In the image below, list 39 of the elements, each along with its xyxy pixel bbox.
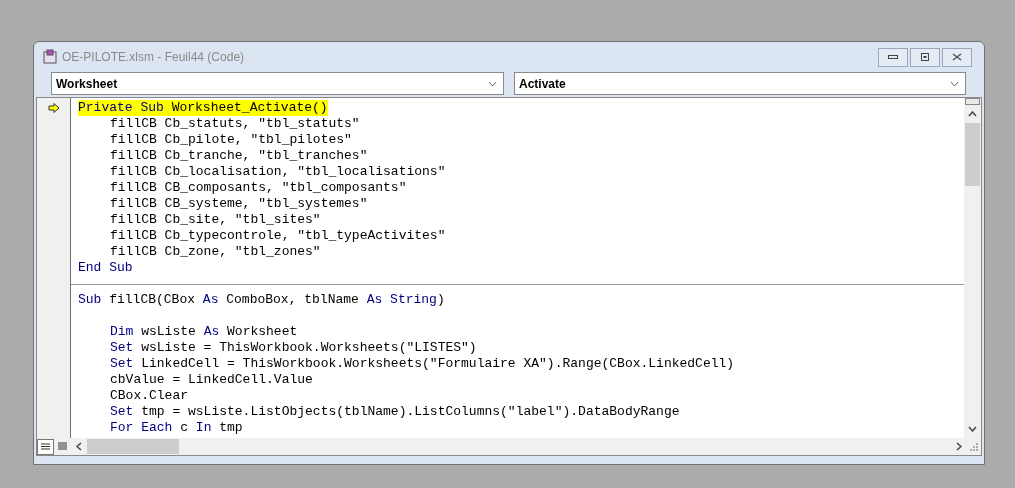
chevron-left-icon — [76, 442, 82, 451]
split-handle[interactable] — [965, 98, 980, 105]
horizontal-scroll-thumb[interactable] — [87, 439, 179, 454]
minimize-icon — [888, 55, 898, 59]
code-line: Dim wsListe As Worksheet — [109, 323, 298, 340]
code-line: cbValue = LinkedCell.Value — [109, 372, 313, 388]
code-line: End Sub — [77, 260, 133, 276]
code-line: fillCB Cb_localisation, "tbl_localisations" — [109, 164, 446, 180]
code-line: fillCB Cb_site, "tbl_sites" — [109, 212, 321, 228]
code-line: fillCB CB_composants, "tbl_composants" — [109, 180, 407, 196]
restore-button[interactable] — [910, 47, 940, 67]
close-icon — [952, 53, 962, 61]
size-grip-icon — [970, 442, 978, 451]
code-line: fillCB CB_systeme, "tbl_systemes" — [109, 196, 368, 212]
chevron-down-icon — [968, 426, 977, 432]
code-line: CBox.Clear — [109, 388, 188, 404]
chevron-down-icon — [488, 80, 497, 87]
chevron-right-icon — [956, 442, 962, 451]
procedure-dropdown[interactable]: Activate — [514, 72, 966, 95]
object-dropdown[interactable]: Worksheet — [51, 72, 504, 95]
procedure-view-button[interactable] — [37, 438, 54, 455]
scroll-thumb[interactable] — [965, 123, 980, 186]
code-line: fillCB Cb_pilote, "tbl_pilotes" — [109, 132, 352, 148]
minimize-button[interactable] — [878, 47, 908, 67]
code-line: fillCB Cb_statuts, "tbl_statuts" — [109, 116, 360, 132]
code-line: fillCB Cb_zone, "tbl_zones" — [109, 244, 321, 260]
code-line: fillCB Cb_typecontrole, "tbl_typeActivites" — [109, 228, 446, 244]
close-button[interactable] — [942, 47, 972, 67]
chevron-up-icon — [968, 111, 977, 117]
code-line: fillCB Cb_tranche, "tbl_tranches" — [109, 148, 368, 164]
code-line: Sub fillCB(CBox As ComboBox, tblName As String) — [77, 291, 445, 308]
module-icon — [42, 49, 58, 65]
restore-icon — [921, 53, 929, 61]
code-line: Set LinkedCell = ThisWorkbook.Worksheets("Formulaire XA").Range(CBox.LinkedCell) — [109, 356, 735, 372]
code-line: For Each c In tmp — [109, 420, 243, 436]
code-line: Set wsListe = ThisWorkbook.Worksheets("LISTES") — [109, 340, 477, 356]
code-line: Set tmp = wsListe.ListObjects(tblName).ListColumns("label").DataBodyRange — [109, 404, 680, 420]
chevron-down-icon — [950, 80, 959, 87]
window-title: OE-PILOTE.xlsm - Feuil44 (Code) — [62, 49, 245, 66]
